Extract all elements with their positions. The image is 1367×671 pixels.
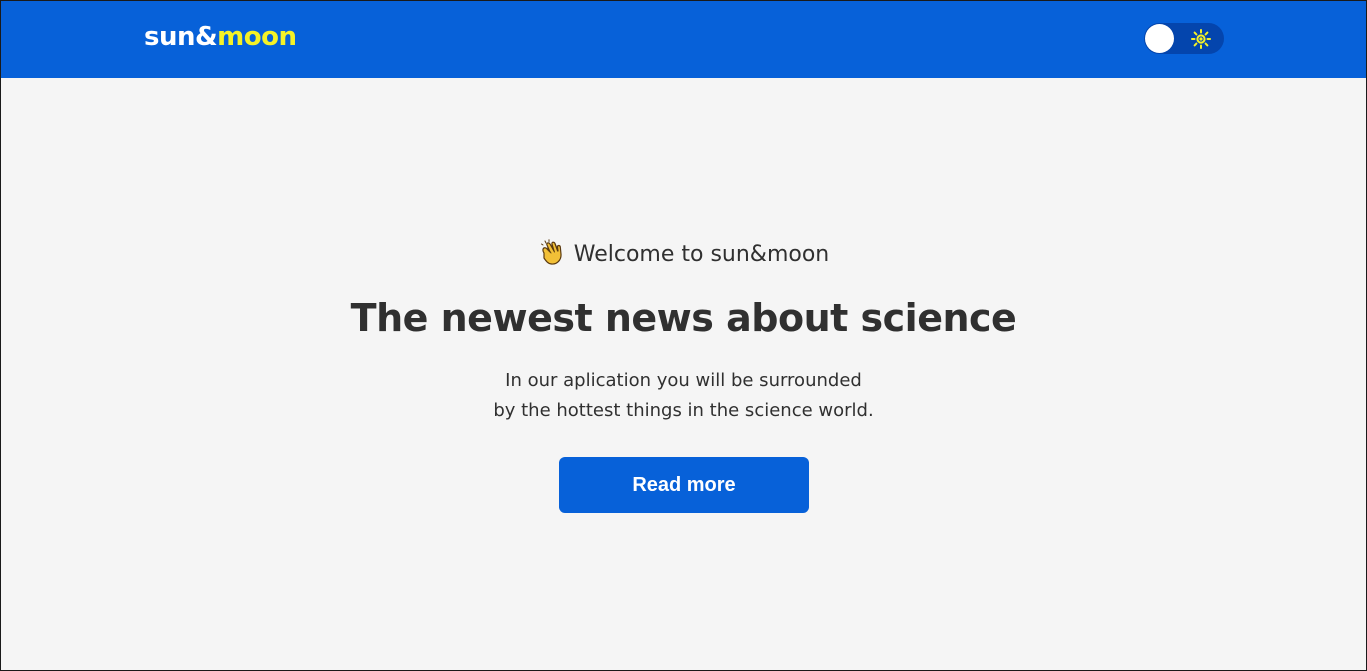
read-more-button[interactable]: Read more [559,457,809,513]
toggle-knob [1145,24,1174,53]
description-line-1: In our aplication you will be surrounded [505,370,862,391]
logo[interactable]: sun&moon [144,20,297,54]
logo-text-moon: moon [217,22,297,52]
app-window: sun&moon Welcome to sun&moon The newest … [0,0,1367,671]
clapping-hands-icon [540,239,562,265]
top-navbar: sun&moon [1,1,1366,78]
hero-section: Welcome to sun&moon The newest news abou… [1,78,1366,670]
welcome-text: Welcome to sun&moon [573,242,830,267]
page-title: The newest news about science [350,296,1017,340]
logo-text-sun: sun& [144,22,218,52]
description-line-2: by the hottest things in the science wor… [493,400,874,421]
hero-description: In our aplication you will be surrounded… [1,366,1366,426]
theme-toggle[interactable] [1144,23,1224,54]
sun-icon [1191,29,1211,49]
welcome-line: Welcome to sun&moon [1,239,1366,270]
